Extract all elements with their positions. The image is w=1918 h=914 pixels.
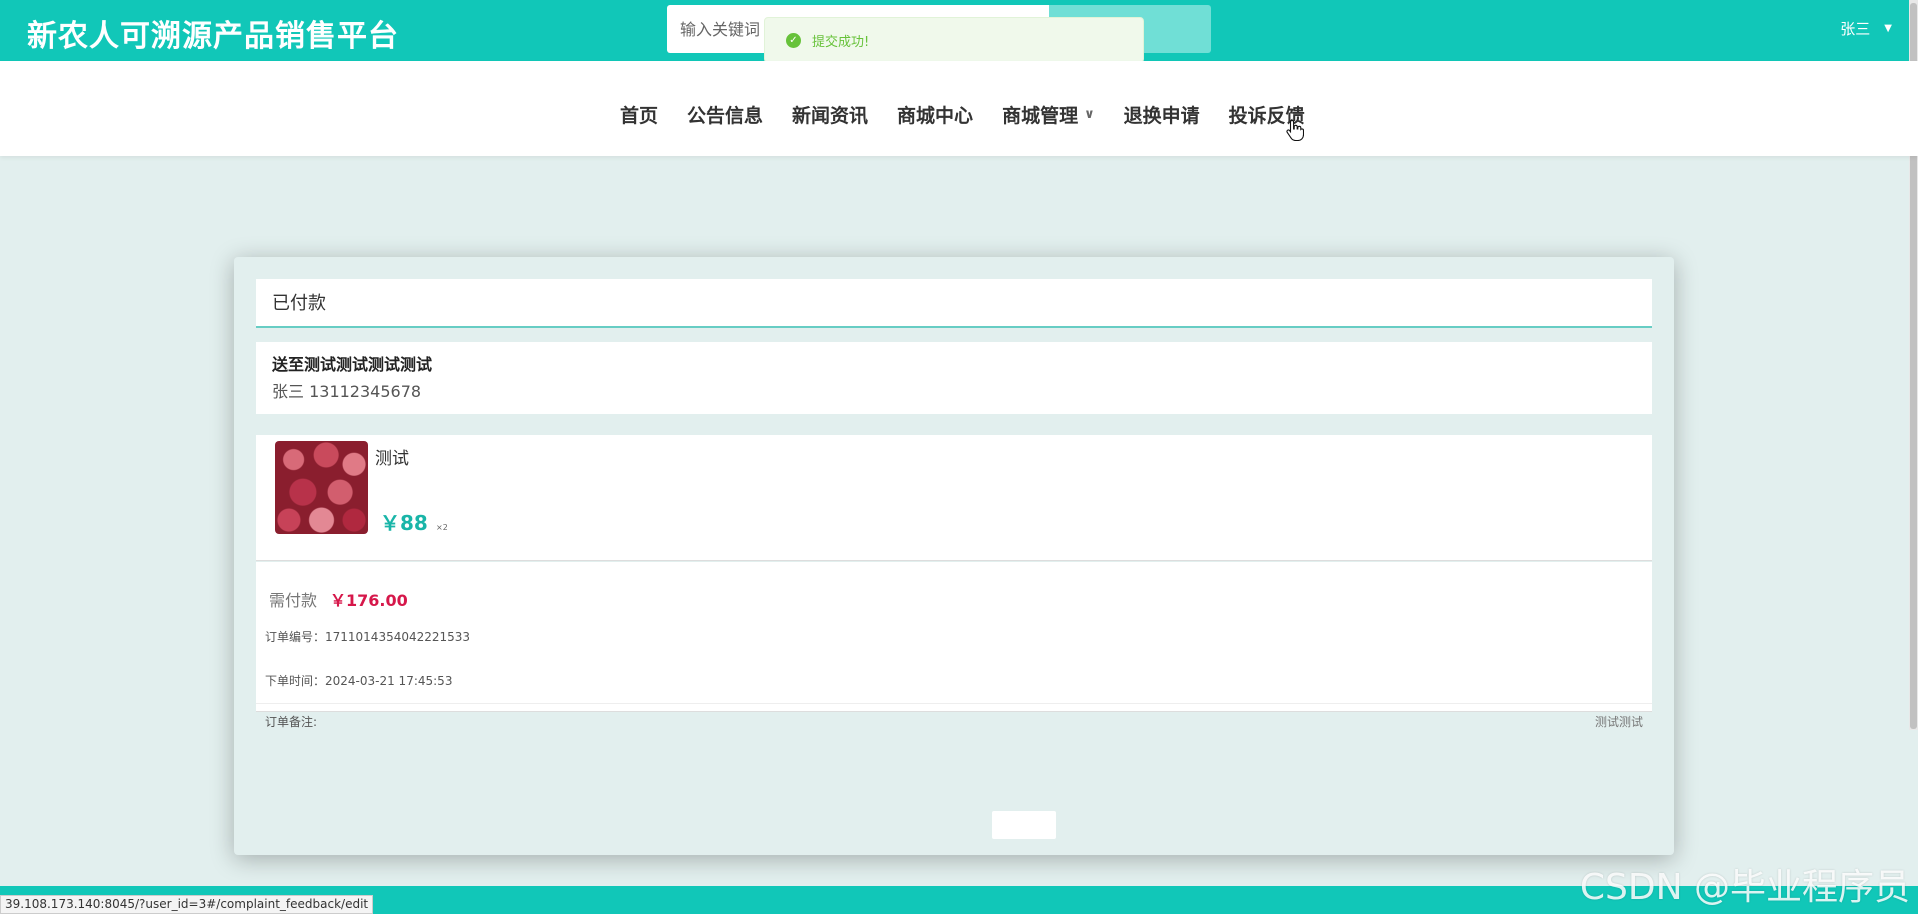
product-image[interactable]: [275, 441, 368, 534]
note-label: 订单备注:: [265, 715, 318, 729]
nav-item-label[interactable]: 退换申请: [1124, 101, 1200, 128]
success-check-icon: ✓: [786, 32, 801, 48]
nav-item-returns[interactable]: 退换申请: [1124, 101, 1200, 128]
nav-item-label[interactable]: 首页: [620, 101, 658, 128]
pay-label: 需付款: [269, 591, 318, 610]
watermark: CSDN @毕业程序员: [1579, 867, 1910, 908]
user-name[interactable]: 张三: [1840, 18, 1870, 39]
main-nav: 首页 公告信息 新闻资讯 商城中心 商城管理 ∨ 退换申请 投诉反馈: [0, 61, 1918, 156]
nav-item-mall-management[interactable]: 商城管理 ∨: [1002, 101, 1095, 128]
hand-cursor-icon: [1286, 119, 1305, 146]
chevron-down-icon[interactable]: ∨: [1084, 107, 1095, 122]
product-price: ￥88: [380, 511, 428, 535]
address-line: 送至测试测试测试测试: [272, 355, 433, 374]
nav-item-announcements[interactable]: 公告信息: [687, 101, 763, 128]
order-number: 订单编号：1711014354042221533: [265, 630, 471, 644]
order-note-row: 订单备注: 测试测试: [256, 703, 1652, 729]
nav-list: 首页 公告信息 新闻资讯 商城中心 商城管理 ∨ 退换申请 投诉反馈: [620, 101, 1334, 128]
nav-item-home[interactable]: 首页: [620, 101, 658, 128]
note-value: 测试测试: [1594, 715, 1643, 729]
product-quantity: ×2: [436, 523, 448, 532]
product-name[interactable]: 测试: [375, 444, 409, 469]
nav-item-label[interactable]: 商城中心: [897, 101, 973, 128]
top-header: 新农人可溯源产品销售平台 ✓ 提交成功! 张三 ▼: [0, 0, 1918, 63]
action-button[interactable]: [992, 811, 1056, 839]
order-time: 下单时间：2024-03-21 17:45:53: [265, 674, 453, 688]
order-detail-card: 已付款 送至测试测试测试测试 张三 13112345678 测试 ￥88 ×2 …: [234, 257, 1674, 855]
nav-item-news[interactable]: 新闻资讯: [792, 101, 868, 128]
order-status: 已付款: [272, 293, 326, 314]
status-url: 39.108.173.140:8045/?user_id=3#/complain…: [0, 895, 374, 914]
caret-down-icon[interactable]: ▼: [1884, 23, 1892, 34]
success-toast: ✓ 提交成功!: [764, 17, 1144, 63]
nav-item-label[interactable]: 公告信息: [687, 101, 763, 128]
order-info: 需付款 ￥176.00 订单编号：1711014354042221533 下单时…: [256, 562, 1652, 729]
pay-amount: ￥176.00: [330, 591, 408, 610]
toast-message: 提交成功!: [812, 34, 870, 50]
product-item: 测试 ￥88 ×2: [256, 435, 1652, 561]
shipping-address: 送至测试测试测试测试 张三 13112345678: [256, 342, 1652, 414]
contact-line: 张三 13112345678: [272, 382, 422, 401]
user-menu[interactable]: 张三 ▼: [1840, 18, 1892, 39]
nav-item-mall-center[interactable]: 商城中心: [897, 101, 973, 128]
nav-item-label[interactable]: 商城管理: [1002, 101, 1078, 128]
site-title: 新农人可溯源产品销售平台: [27, 19, 399, 54]
hand-cursor-svg: [1286, 119, 1305, 142]
nav-item-label[interactable]: 新闻资讯: [792, 101, 868, 128]
order-status-bar: 已付款: [256, 279, 1652, 328]
